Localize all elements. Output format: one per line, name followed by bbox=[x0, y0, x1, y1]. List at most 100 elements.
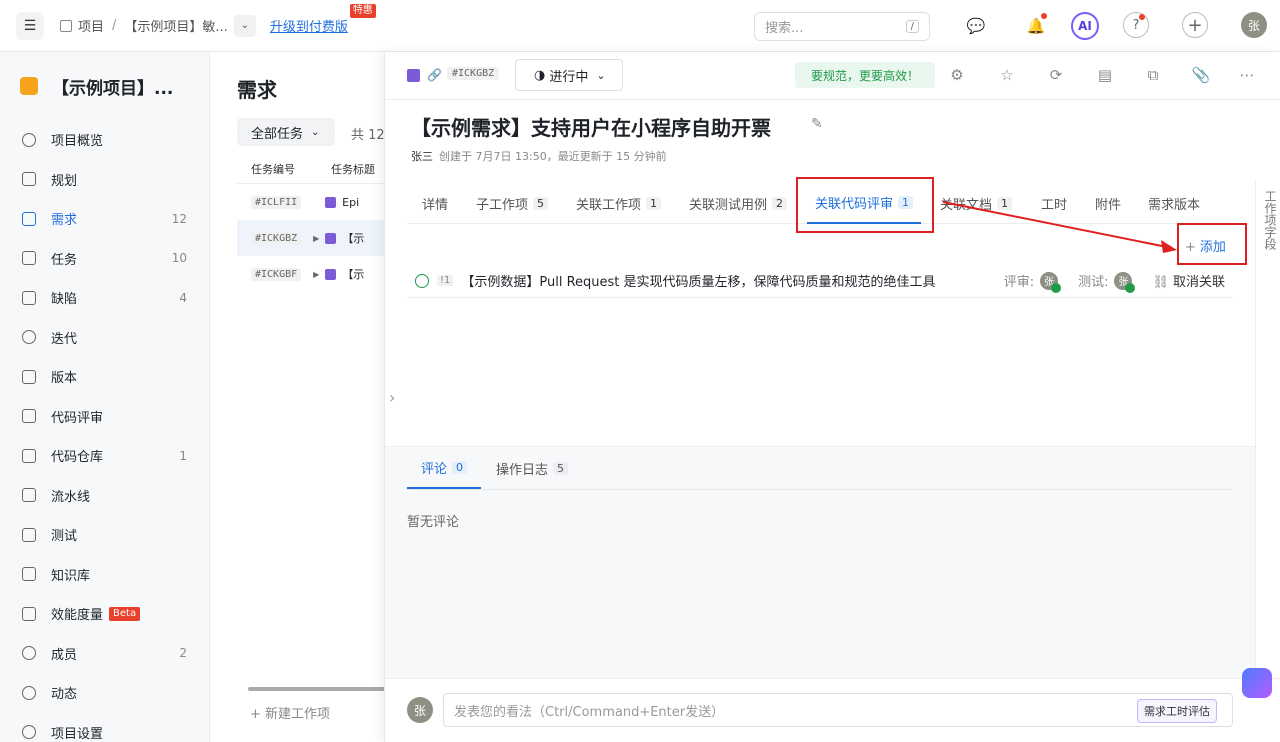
sidebar-item-count: 2 bbox=[179, 646, 187, 661]
approved-check-icon bbox=[1051, 282, 1062, 293]
sidebar-item-defects[interactable]: 缺陷 4 bbox=[0, 278, 209, 318]
user-avatar[interactable]: 张 bbox=[1241, 12, 1267, 38]
breadcrumb-root[interactable]: 项目 bbox=[78, 16, 104, 35]
reviewer-avatar[interactable]: 张 bbox=[1040, 271, 1062, 293]
sidebar-item-label: 代码评审 bbox=[51, 410, 104, 426]
sidebar-item-label: 规划 bbox=[51, 173, 78, 189]
sidebar-item-versions[interactable]: 版本 bbox=[0, 357, 209, 397]
refresh-icon[interactable]: ⟳ bbox=[1046, 65, 1066, 85]
sidebar-item-pipeline[interactable]: 流水线 bbox=[0, 476, 209, 516]
sidebar-item-tasks[interactable]: 任务 10 bbox=[0, 239, 209, 279]
promo-banner[interactable]: 要规范，更要高效！ bbox=[795, 62, 935, 88]
horizontal-scrollbar[interactable] bbox=[248, 687, 385, 691]
sidebar-item-planning[interactable]: 规划 bbox=[0, 160, 209, 200]
sidebar-item-label: 效能度量 bbox=[51, 608, 104, 624]
chevron-right-icon[interactable]: › bbox=[389, 388, 395, 407]
effort-estimate-button[interactable]: 需求工时评估 bbox=[1137, 699, 1217, 723]
sidebar-item-label: 迭代 bbox=[51, 331, 78, 347]
sidebar-item-wiki[interactable]: 知识库 bbox=[0, 555, 209, 595]
requirement-icon bbox=[325, 196, 337, 208]
hamburger-menu-icon[interactable]: ☰ bbox=[16, 11, 44, 40]
ai-assistant-button[interactable]: AI bbox=[1071, 12, 1099, 40]
beta-badge: Beta bbox=[109, 606, 141, 621]
chat-icon[interactable]: 💬 bbox=[962, 12, 990, 40]
tab-label: 子工作项 bbox=[476, 197, 529, 213]
sidebar-item-metrics[interactable]: 效能度量 Beta bbox=[0, 594, 209, 634]
bell-icon[interactable]: 🔔 bbox=[1022, 12, 1050, 40]
code-review-title[interactable]: 【示例数据】Pull Request 是实现代码质量左移，保障代码质量和规范的绝… bbox=[461, 271, 935, 290]
tester-avatar[interactable]: 张 bbox=[1114, 271, 1136, 293]
sidebar-item-count: 10 bbox=[171, 251, 187, 266]
sidebar-item-activity[interactable]: 动态 bbox=[0, 673, 209, 713]
author-name[interactable]: 张三 bbox=[411, 150, 433, 163]
upgrade-link[interactable]: 升级到付费版 特惠 bbox=[270, 4, 376, 35]
sidebar-item-requirements[interactable]: 需求 12 bbox=[0, 199, 209, 239]
iteration-icon bbox=[22, 330, 36, 345]
requirements-icon bbox=[22, 211, 36, 226]
link-icon[interactable]: 🔗 bbox=[427, 68, 442, 82]
sidebar-item-settings[interactable]: 项目设置 bbox=[0, 713, 209, 742]
sidebar-item-label: 流水线 bbox=[51, 489, 91, 505]
sidebar-item-repository[interactable]: 代码仓库 1 bbox=[0, 436, 209, 476]
sidebar-item-code-review[interactable]: 代码评审 bbox=[0, 397, 209, 437]
code-icon bbox=[22, 448, 36, 463]
expand-arrow-icon[interactable]: ▶ bbox=[313, 234, 319, 243]
breadcrumb-project[interactable]: 【示例项目】敏... bbox=[124, 16, 227, 35]
tasks-icon bbox=[22, 251, 36, 266]
project-header[interactable]: 【示例项目】... bbox=[0, 52, 209, 120]
tab-label: 关联测试用例 bbox=[689, 197, 768, 213]
item-code[interactable]: #ICKGBZ bbox=[447, 67, 500, 80]
upgrade-label[interactable]: 升级到付费版 bbox=[270, 20, 348, 35]
new-item-button[interactable]: + 新建工作项 bbox=[250, 703, 330, 722]
panel-header: 🔗 #ICKGBZ ◑ 进行中 ⌄ 要规范，更要高效！ ⚙ ☆ ⟳ ▤ ⧉ 📎 … bbox=[385, 52, 1280, 100]
requirement-icon bbox=[325, 268, 337, 280]
sidebar-item-iterations[interactable]: 迭代 bbox=[0, 318, 209, 358]
sidebar-item-members[interactable]: 成员 2 bbox=[0, 634, 209, 674]
item-fields-label: 工作项字段 bbox=[1263, 190, 1277, 250]
table-row[interactable]: #ICKGBZ ▶ 【示 bbox=[237, 220, 385, 256]
tab-comments[interactable]: 评论 0 bbox=[407, 447, 482, 489]
template-icon[interactable]: ▤ bbox=[1095, 65, 1115, 85]
add-code-review-button[interactable]: + 添加 bbox=[1185, 236, 1226, 255]
chevron-down-icon[interactable]: ⌄ bbox=[233, 14, 256, 37]
promo-badge: 特惠 bbox=[349, 4, 376, 18]
copy-icon[interactable]: ⧉ bbox=[1143, 65, 1163, 85]
search-shortcut: / bbox=[905, 20, 919, 33]
top-bar: ☰ 项目 / 【示例项目】敏... ⌄ 升级到付费版 特惠 搜索... / 💬 … bbox=[0, 0, 1280, 52]
robot-icon[interactable]: ⚙ bbox=[947, 65, 967, 85]
tab-count: 0 bbox=[452, 460, 468, 474]
tab-activity-log[interactable]: 操作日志 5 bbox=[496, 447, 569, 489]
column-header-title: 任务标题 bbox=[331, 162, 375, 176]
task-filter-dropdown[interactable]: 全部任务 ⌄ bbox=[237, 118, 335, 146]
star-icon[interactable]: ☆ bbox=[997, 65, 1017, 85]
tab-subitems[interactable]: 子工作项 5 bbox=[476, 182, 549, 224]
sidebar-item-label: 项目设置 bbox=[51, 726, 104, 742]
item-fields-rail[interactable]: 工作项字段 bbox=[1255, 180, 1280, 680]
edit-icon[interactable]: ✎ bbox=[811, 116, 823, 132]
table-row[interactable]: #ICKGBF ▶ 【示 bbox=[237, 256, 385, 292]
comment-input[interactable]: 发表您的看法（Ctrl/Command+Enter发送） bbox=[443, 693, 1233, 727]
tab-details[interactable]: 详情 bbox=[422, 182, 448, 224]
expand-arrow-icon[interactable]: ▶ bbox=[313, 270, 319, 279]
table-row[interactable]: #ICLFII Epi bbox=[237, 184, 385, 220]
bug-icon bbox=[22, 290, 36, 305]
tab-linked-testcases[interactable]: 关联测试用例 2 bbox=[689, 182, 788, 224]
sidebar-item-testing[interactable]: 测试 bbox=[0, 515, 209, 555]
add-icon[interactable]: + bbox=[1182, 12, 1208, 38]
status-dropdown[interactable]: ◑ 进行中 ⌄ bbox=[515, 59, 623, 91]
bar-chart-icon bbox=[22, 606, 36, 621]
tab-count: 5 bbox=[553, 461, 569, 475]
paperclip-icon[interactable]: 📎 bbox=[1191, 65, 1211, 85]
tab-linked-items[interactable]: 关联工作项 1 bbox=[576, 182, 662, 224]
help-icon[interactable]: ? bbox=[1123, 12, 1149, 38]
unlink-button[interactable]: ⛓ 取消关联 bbox=[1152, 271, 1225, 290]
search-input[interactable]: 搜索... / bbox=[754, 12, 930, 41]
code-review-row[interactable]: !1 【示例数据】Pull Request 是实现代码质量左移，保障代码质量和规… bbox=[407, 264, 1233, 298]
requirements-list: 需求 全部任务 ⌄ 共 12 任务编号 任务标题 #ICLFII Epi #ICKG… bbox=[210, 52, 385, 742]
more-icon[interactable]: ⋯ bbox=[1237, 65, 1257, 85]
unlink-icon: ⛓ bbox=[1152, 275, 1169, 290]
project-icon bbox=[60, 19, 72, 32]
sidebar-item-overview[interactable]: 项目概览 bbox=[0, 120, 209, 160]
sidebar-item-label: 项目概览 bbox=[51, 134, 104, 150]
assistant-robot-icon[interactable] bbox=[1242, 668, 1272, 698]
